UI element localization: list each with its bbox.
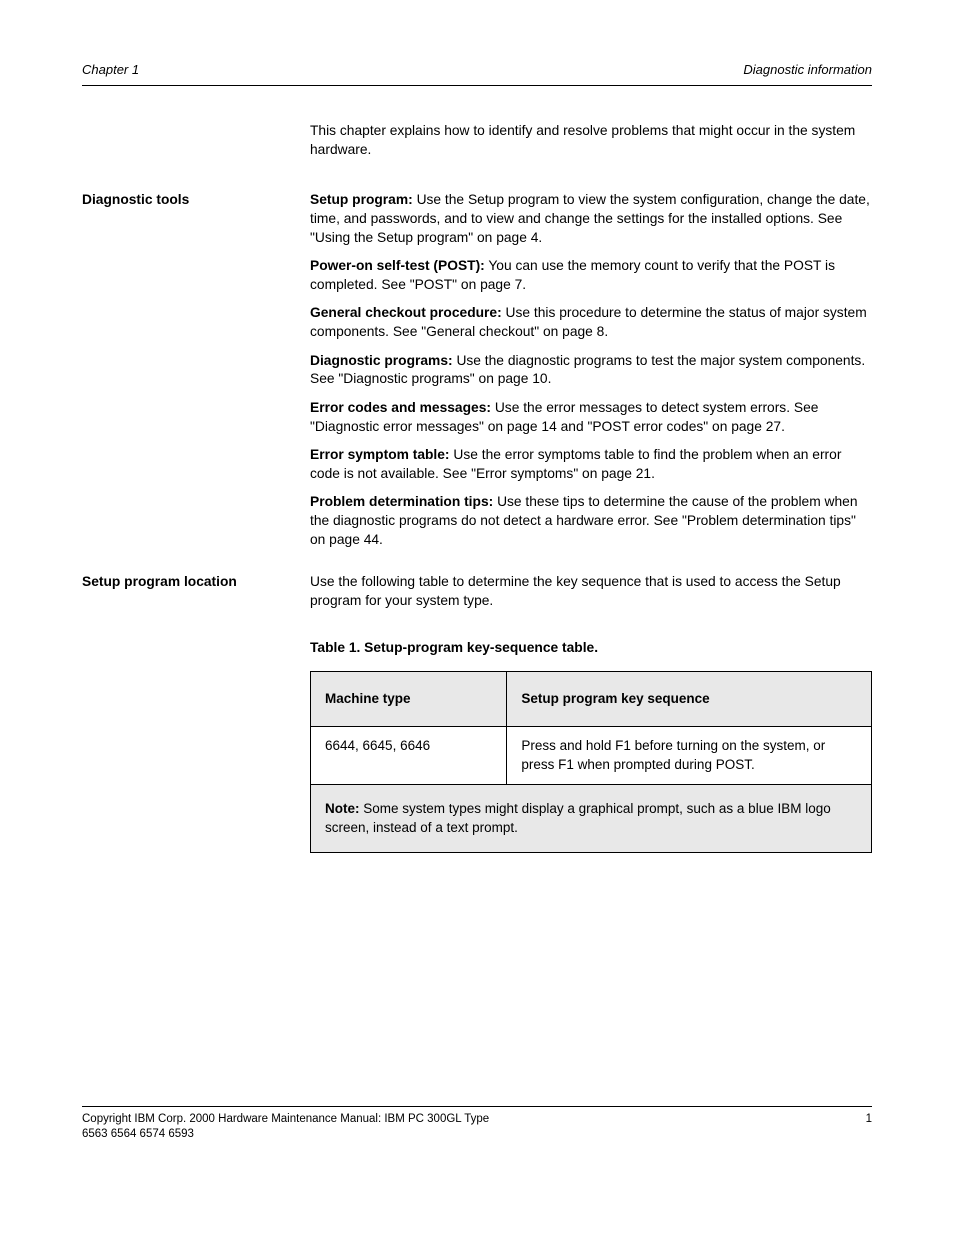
table-header-cell: Setup program key sequence	[507, 672, 872, 727]
section-label: Diagnostic tools	[82, 191, 286, 549]
table-cell: 6644, 6645, 6646	[311, 727, 507, 784]
table-header-cell: Machine type	[311, 672, 507, 727]
section-body: Use the following table to determine the…	[310, 573, 872, 853]
section-label: Setup program location	[82, 573, 286, 853]
lead: Setup program:	[310, 192, 413, 207]
note-text: Some system types might display a graphi…	[325, 801, 831, 836]
paragraph: Power-on self-test (POST): You can use t…	[310, 257, 872, 294]
header-right: Diagnostic information	[743, 62, 872, 77]
footer-line: Copyright IBM Corp. 2000 Hardware Mainte…	[82, 1106, 872, 1143]
lead: Problem determination tips:	[310, 494, 493, 509]
body: This chapter explains how to identify an…	[82, 122, 872, 853]
header-left: Chapter 1	[82, 62, 139, 77]
lead: Error codes and messages:	[310, 400, 491, 415]
lead: General checkout procedure:	[310, 305, 502, 320]
setup-key-table: Machine type Setup program key sequence …	[310, 671, 872, 853]
page: Chapter 1 Diagnostic information This ch…	[0, 0, 954, 1235]
table-row: 6644, 6645, 6646 Press and hold F1 befor…	[311, 727, 872, 784]
table-cell: Press and hold F1 before turning on the …	[507, 727, 872, 784]
paragraph: Error symptom table: Use the error sympt…	[310, 446, 872, 483]
table-caption: Table 1. Setup-program key-sequence tabl…	[310, 639, 872, 658]
table-note-cell: Note: Some system types might display a …	[311, 784, 872, 852]
paragraph: Diagnostic programs: Use the diagnostic …	[310, 352, 872, 389]
section-setup-location: Setup program location Use the following…	[82, 573, 872, 853]
paragraph: Use the following table to determine the…	[310, 573, 872, 610]
page-header: Chapter 1 Diagnostic information	[82, 62, 872, 86]
paragraph: Setup program: Use the Setup program to …	[310, 191, 872, 247]
footer-right: 1	[866, 1112, 872, 1143]
table-header-row: Machine type Setup program key sequence	[311, 672, 872, 727]
paragraph: Problem determination tips: Use these ti…	[310, 493, 872, 549]
intro-paragraph: This chapter explains how to identify an…	[310, 122, 872, 159]
paragraph: Error codes and messages: Use the error …	[310, 399, 872, 436]
section-body: Setup program: Use the Setup program to …	[310, 191, 872, 549]
page-footer: Copyright IBM Corp. 2000 Hardware Mainte…	[82, 1106, 872, 1143]
lead: Error symptom table:	[310, 447, 450, 462]
note-label: Note:	[325, 801, 360, 816]
lead: Diagnostic programs:	[310, 353, 453, 368]
lead: Power-on self-test (POST):	[310, 258, 485, 273]
footer-left: Copyright IBM Corp. 2000 Hardware Mainte…	[82, 1112, 493, 1143]
paragraph: General checkout procedure: Use this pro…	[310, 304, 872, 341]
section-diagnostic-tools: Diagnostic tools Setup program: Use the …	[82, 191, 872, 549]
table-note-row: Note: Some system types might display a …	[311, 784, 872, 852]
